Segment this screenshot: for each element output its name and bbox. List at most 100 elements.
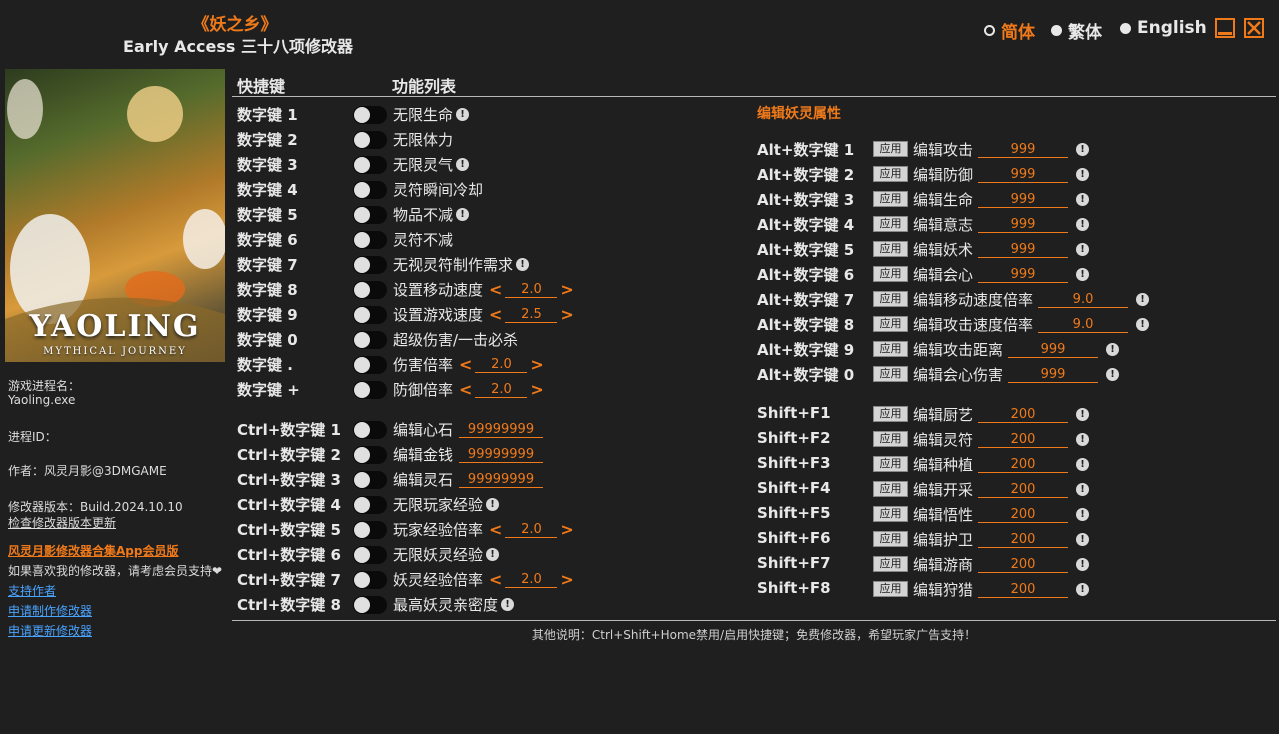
feature-toggle[interactable] xyxy=(353,571,387,589)
lang-traditional[interactable]: 繁体 xyxy=(1051,18,1102,43)
value-input[interactable]: 9.0 xyxy=(1038,292,1129,308)
feature-toggle[interactable] xyxy=(353,546,387,564)
value-input[interactable]: 999 xyxy=(1008,367,1099,383)
value-stepper[interactable]: <2.0 > xyxy=(489,570,574,589)
close-icon[interactable] xyxy=(1244,18,1264,38)
feature-toggle[interactable] xyxy=(353,306,387,324)
request-update-link[interactable]: 申请更新修改器 xyxy=(8,622,92,639)
apply-button[interactable]: 应用 xyxy=(873,456,908,472)
apply-button[interactable]: 应用 xyxy=(873,531,908,547)
feature-toggle[interactable] xyxy=(353,331,387,349)
value-input[interactable]: 999 xyxy=(978,167,1069,183)
value-input[interactable]: 99999999 xyxy=(459,447,544,463)
chevron-right-icon[interactable]: > xyxy=(530,355,543,374)
stepper-value[interactable]: 2.5 xyxy=(505,307,558,323)
feature-toggle[interactable] xyxy=(353,446,387,464)
value-input[interactable]: 999 xyxy=(978,242,1069,258)
apply-button[interactable]: 应用 xyxy=(873,366,908,382)
info-icon[interactable]: ! xyxy=(1076,433,1090,446)
feature-toggle[interactable] xyxy=(353,381,387,399)
lang-english[interactable]: English xyxy=(1120,18,1207,38)
feature-toggle[interactable] xyxy=(353,181,387,199)
feature-toggle[interactable] xyxy=(353,231,387,249)
chevron-left-icon[interactable]: < xyxy=(489,280,502,299)
feature-toggle[interactable] xyxy=(353,281,387,299)
info-icon[interactable]: ! xyxy=(1076,533,1090,546)
info-icon[interactable]: ! xyxy=(1106,368,1120,381)
feature-toggle[interactable] xyxy=(353,421,387,439)
feature-toggle[interactable] xyxy=(353,596,387,614)
info-icon[interactable]: ! xyxy=(1136,318,1150,331)
apply-button[interactable]: 应用 xyxy=(873,266,908,282)
feature-toggle[interactable] xyxy=(353,356,387,374)
info-icon[interactable]: ! xyxy=(456,158,470,171)
check-update-link[interactable]: 检查修改器版本更新 xyxy=(8,514,116,531)
info-icon[interactable]: ! xyxy=(1076,218,1090,231)
value-input[interactable]: 200 xyxy=(978,432,1069,448)
chevron-left-icon[interactable]: < xyxy=(489,570,502,589)
apply-button[interactable]: 应用 xyxy=(873,316,908,332)
value-input[interactable]: 200 xyxy=(978,457,1069,473)
value-input[interactable]: 999 xyxy=(978,217,1069,233)
value-stepper[interactable]: <2.0 > xyxy=(489,520,574,539)
info-icon[interactable]: ! xyxy=(1106,343,1120,356)
chevron-right-icon[interactable]: > xyxy=(560,305,573,324)
info-icon[interactable]: ! xyxy=(1076,243,1090,256)
chevron-right-icon[interactable]: > xyxy=(560,570,573,589)
info-icon[interactable]: ! xyxy=(1076,168,1090,181)
value-input[interactable]: 200 xyxy=(978,557,1069,573)
info-icon[interactable]: ! xyxy=(456,108,470,121)
apply-button[interactable]: 应用 xyxy=(873,166,908,182)
minimize-icon[interactable] xyxy=(1215,18,1235,38)
apply-button[interactable]: 应用 xyxy=(873,291,908,307)
value-input[interactable]: 999 xyxy=(1008,342,1099,358)
stepper-value[interactable]: 2.0 xyxy=(475,382,528,398)
value-input[interactable]: 9.0 xyxy=(1038,317,1129,333)
apply-button[interactable]: 应用 xyxy=(873,341,908,357)
info-icon[interactable]: ! xyxy=(1076,408,1090,421)
value-stepper[interactable]: <2.0 > xyxy=(489,280,574,299)
feature-toggle[interactable] xyxy=(353,471,387,489)
chevron-left-icon[interactable]: < xyxy=(459,355,472,374)
chevron-left-icon[interactable]: < xyxy=(459,380,472,399)
value-input[interactable]: 999 xyxy=(978,142,1069,158)
info-icon[interactable]: ! xyxy=(456,208,470,221)
feature-toggle[interactable] xyxy=(353,496,387,514)
lang-simplified[interactable]: 简体 xyxy=(984,18,1035,43)
apply-button[interactable]: 应用 xyxy=(873,406,908,422)
value-input[interactable]: 200 xyxy=(978,582,1069,598)
apply-button[interactable]: 应用 xyxy=(873,581,908,597)
apply-button[interactable]: 应用 xyxy=(873,191,908,207)
stepper-value[interactable]: 2.0 xyxy=(475,357,528,373)
value-input[interactable]: 999 xyxy=(978,267,1069,283)
stepper-value[interactable]: 2.0 xyxy=(505,572,558,588)
chevron-right-icon[interactable]: > xyxy=(530,380,543,399)
info-icon[interactable]: ! xyxy=(1076,143,1090,156)
info-icon[interactable]: ! xyxy=(1076,268,1090,281)
value-input[interactable]: 200 xyxy=(978,407,1069,423)
info-icon[interactable]: ! xyxy=(1076,193,1090,206)
value-input[interactable]: 99999999 xyxy=(459,422,544,438)
info-icon[interactable]: ! xyxy=(516,258,530,271)
feature-toggle[interactable] xyxy=(353,106,387,124)
apply-button[interactable]: 应用 xyxy=(873,241,908,257)
value-input[interactable]: 200 xyxy=(978,532,1069,548)
feature-toggle[interactable] xyxy=(353,256,387,274)
value-input[interactable]: 200 xyxy=(978,482,1069,498)
support-author-link[interactable]: 支持作者 xyxy=(8,582,56,599)
value-stepper[interactable]: <2.5 > xyxy=(489,305,574,324)
apply-button[interactable]: 应用 xyxy=(873,481,908,497)
info-icon[interactable]: ! xyxy=(501,598,515,611)
request-trainer-link[interactable]: 申请制作修改器 xyxy=(8,602,92,619)
value-input[interactable]: 200 xyxy=(978,507,1069,523)
info-icon[interactable]: ! xyxy=(1076,458,1090,471)
info-icon[interactable]: ! xyxy=(1076,583,1090,596)
apply-button[interactable]: 应用 xyxy=(873,141,908,157)
stepper-value[interactable]: 2.0 xyxy=(505,282,558,298)
chevron-right-icon[interactable]: > xyxy=(560,280,573,299)
info-icon[interactable]: ! xyxy=(486,548,500,561)
apply-button[interactable]: 应用 xyxy=(873,556,908,572)
apply-button[interactable]: 应用 xyxy=(873,506,908,522)
feature-toggle[interactable] xyxy=(353,521,387,539)
value-input[interactable]: 999 xyxy=(978,192,1069,208)
